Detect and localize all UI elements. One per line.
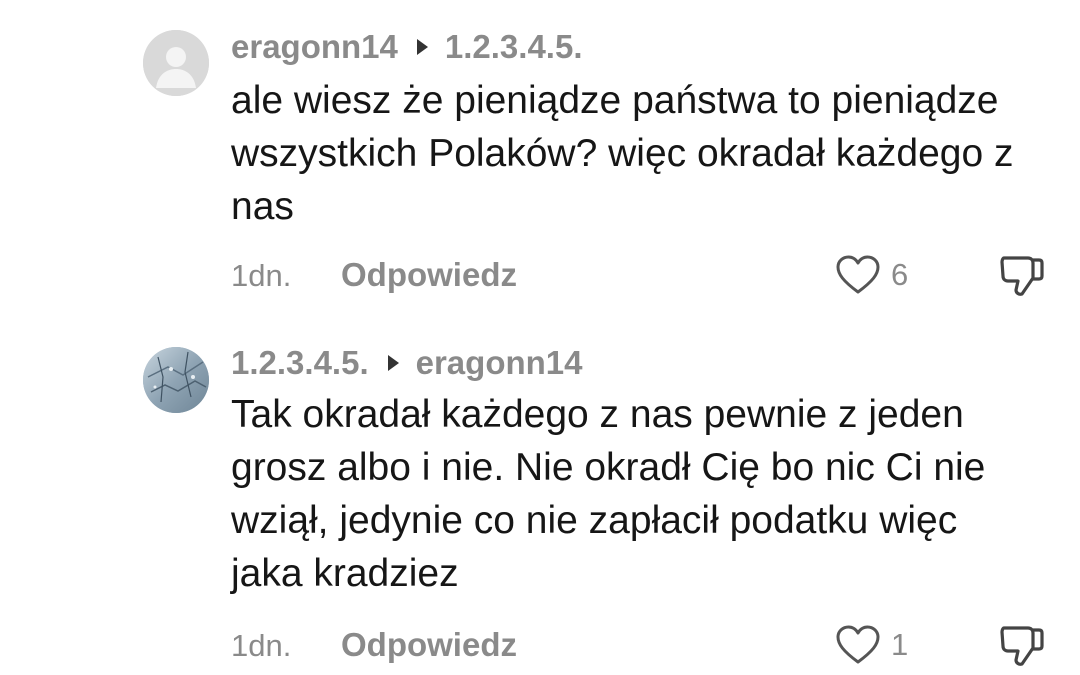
dislike-button[interactable]	[998, 250, 1048, 300]
reply-to-name[interactable]: 1.2.3.4.5.	[445, 28, 583, 66]
author-name[interactable]: eragonn14	[231, 28, 398, 66]
author-name[interactable]: 1.2.3.4.5.	[231, 344, 369, 382]
comment-footer: 1dn. Odpowiedz 1	[231, 614, 1051, 674]
thumbs-down-icon	[1000, 256, 1044, 296]
comment-footer: 1dn. Odpowiedz 6	[231, 244, 1051, 304]
avatar[interactable]	[143, 30, 209, 96]
reply-button[interactable]: Odpowiedz	[341, 256, 517, 294]
photo-avatar	[143, 347, 209, 413]
heart-icon	[836, 625, 880, 664]
like-button[interactable]: 6	[835, 252, 925, 298]
comment-text: ale wiesz że pieniądze państwa to pienią…	[231, 79, 1014, 228]
comment-item: 1.2.3.4.5. eragonn14 Tak okradał każdego…	[0, 330, 1080, 675]
reply-to-name[interactable]: eragonn14	[416, 344, 583, 382]
reply-arrow-icon	[387, 355, 399, 371]
heart-icon	[836, 255, 880, 294]
dislike-button[interactable]	[998, 620, 1048, 670]
thumbs-down-icon	[1000, 626, 1044, 666]
comment-header: 1.2.3.4.5. eragonn14	[231, 344, 583, 382]
comment-text: Tak okradał każdego z nas pewnie z jeden…	[231, 393, 986, 595]
default-avatar-icon	[143, 30, 209, 96]
comment-time: 1dn.	[231, 628, 292, 663]
reply-arrow-icon	[416, 39, 428, 55]
like-count: 6	[891, 257, 909, 292]
comment-time: 1dn.	[231, 258, 292, 293]
like-button[interactable]: 1	[835, 622, 925, 668]
comment-header: eragonn14 1.2.3.4.5.	[231, 28, 583, 66]
comment-item: eragonn14 1.2.3.4.5. ale wiesz że pienią…	[0, 0, 1080, 330]
like-count: 1	[891, 627, 909, 662]
avatar[interactable]	[143, 347, 209, 413]
reply-button[interactable]: Odpowiedz	[341, 626, 517, 664]
